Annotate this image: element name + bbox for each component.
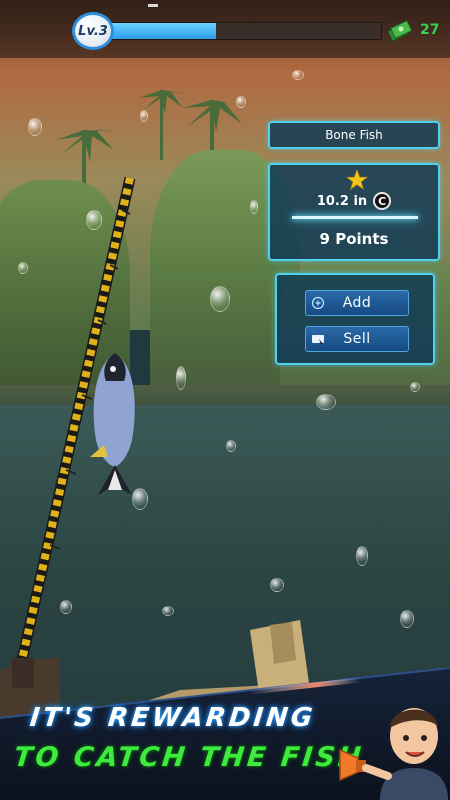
caught-fish	[90, 353, 135, 495]
menu-dash	[148, 4, 158, 7]
rain-drop	[210, 286, 230, 312]
xp-progress-bar	[100, 22, 382, 40]
top-hud: Lv.3 27	[0, 0, 450, 58]
fish-name-panel: Bone Fish	[268, 121, 440, 149]
rain-drop	[356, 546, 368, 566]
fish-name: Bone Fish	[325, 128, 383, 142]
rain-drop	[18, 262, 28, 274]
rain-drop	[86, 210, 102, 230]
add-label: Add	[342, 295, 372, 311]
size-row: 10.2 in C	[270, 192, 438, 210]
rain-drop	[140, 110, 148, 122]
divider-glow	[292, 216, 418, 219]
rain-drop	[400, 610, 414, 628]
rain-drop	[28, 118, 42, 136]
rain-drop	[226, 440, 236, 452]
banner-headline-line2: TO CATCH THE FISH	[12, 742, 366, 773]
coin-c-icon: C	[373, 192, 392, 210]
catch-points: 9 Points	[319, 230, 389, 248]
rain-drop	[60, 600, 72, 614]
rain-drop	[316, 394, 336, 410]
catch-stats-panel: 10.2 in C 9 Points	[268, 163, 440, 261]
cash-stack-icon[interactable]	[386, 18, 412, 42]
catch-actions-panel: Add Sell	[275, 273, 435, 365]
rain-drop	[162, 606, 174, 616]
fish-size: 10.2 in	[316, 193, 368, 209]
xp-progress-fill	[101, 23, 216, 39]
cash-count: 27	[420, 22, 440, 38]
rain-drop	[236, 96, 246, 108]
rain-drop	[292, 70, 304, 80]
rain-drop	[176, 366, 186, 390]
banner-headline-line1: IT'S REWARDING	[28, 703, 317, 733]
megaphone-character-icon	[339, 708, 448, 800]
sell-label: Sell	[343, 331, 371, 347]
rain-drop	[270, 578, 284, 592]
level-badge[interactable]: Lv.3	[72, 12, 114, 50]
add-button[interactable]: Add	[305, 290, 409, 316]
rain-drop	[410, 382, 420, 392]
rain-drop	[132, 488, 148, 510]
rain-drop	[250, 200, 258, 214]
sell-button[interactable]: Sell	[305, 326, 409, 352]
star-icon	[346, 169, 368, 191]
